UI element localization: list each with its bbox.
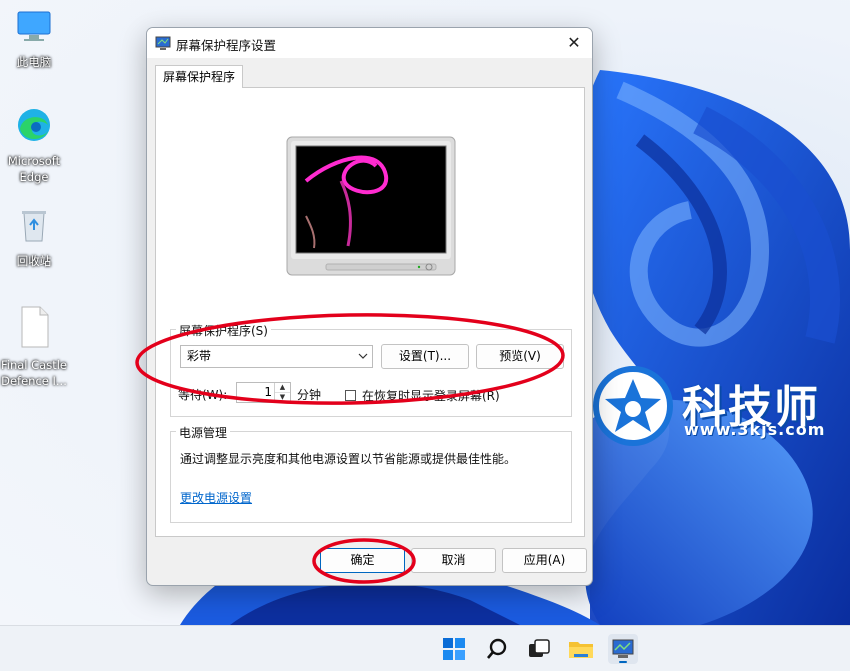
change-power-settings-link[interactable]: 更改电源设置: [180, 489, 252, 506]
screensaver-app-icon: [155, 35, 171, 54]
wait-value: 1: [264, 385, 272, 399]
screensaver-settings-dialog: 屏幕保护程序设置 ✕ 屏幕保护程序 屏幕保护程序(S) 彩带 设置(T)... …: [146, 27, 593, 586]
desktop-icon-file[interactable]: Final Castle Defence I...: [0, 305, 68, 389]
screensaver-selected-value: 彩带: [187, 349, 212, 363]
screensaver-group-label: 屏幕保护程序(S): [176, 322, 271, 339]
tab-screensaver[interactable]: 屏幕保护程序: [155, 65, 244, 88]
screensaver-preview: [286, 136, 456, 276]
settings-button[interactable]: 设置(T)...: [381, 344, 469, 369]
dialog-title: 屏幕保护程序设置: [176, 38, 277, 53]
computer-icon: [0, 6, 68, 50]
power-group-label: 电源管理: [176, 424, 231, 441]
preview-button[interactable]: 预览(V): [476, 344, 564, 369]
power-group: [170, 431, 572, 523]
resume-label: 在恢复时显示登录屏幕(R): [362, 389, 500, 403]
power-description: 通过调整显示亮度和其他电源设置以节省能源或提供最佳性能。: [180, 452, 517, 466]
task-view-icon[interactable]: [524, 634, 554, 664]
resume-checkbox[interactable]: [345, 390, 356, 401]
chevron-down-icon: [358, 346, 368, 375]
desktop-icon-this-pc[interactable]: 此电脑: [0, 6, 68, 70]
windows-start-icon[interactable]: [439, 634, 469, 664]
desktop-icon-label: 回收站: [16, 254, 52, 268]
file-explorer-icon[interactable]: [566, 634, 596, 664]
edge-icon: [0, 105, 68, 149]
desktop-icon-label: Microsoft Edge: [7, 154, 61, 184]
desktop-icon-label: Final Castle Defence I...: [0, 358, 67, 388]
title-bar[interactable]: 屏幕保护程序设置 ✕: [147, 28, 592, 58]
desktop-icon-recycle-bin[interactable]: 回收站: [0, 205, 68, 269]
stepper-up-icon[interactable]: ▲: [275, 383, 290, 393]
search-icon[interactable]: [482, 634, 512, 664]
watermark-logo-icon: [593, 366, 673, 446]
apply-button[interactable]: 应用(A): [502, 548, 587, 573]
recycle-bin-icon: [0, 205, 68, 249]
ok-button[interactable]: 确定: [320, 548, 405, 573]
desktop-icon-label: 此电脑: [16, 55, 52, 69]
watermark: 科技师 www.3kjs.com: [592, 365, 842, 446]
stepper-arrows: ▲ ▼: [274, 383, 290, 402]
cancel-button[interactable]: 取消: [411, 548, 496, 573]
wait-stepper[interactable]: 1 ▲ ▼: [236, 382, 291, 403]
close-button[interactable]: ✕: [556, 28, 592, 58]
wait-unit: 分钟: [297, 388, 322, 402]
tab-panel: 屏幕保护程序(S) 彩带 设置(T)... 预览(V) 等待(W): 1 ▲ ▼…: [155, 87, 585, 537]
watermark-url: www.3kjs.com: [684, 420, 826, 439]
screensaver-app-icon[interactable]: [608, 634, 638, 664]
screensaver-dropdown[interactable]: 彩带: [180, 345, 373, 368]
desktop-icon-edge[interactable]: Microsoft Edge: [0, 105, 68, 185]
stepper-down-icon[interactable]: ▼: [275, 393, 290, 402]
wait-label: 等待(W):: [178, 388, 228, 402]
taskbar: [0, 625, 850, 671]
file-icon: [0, 305, 68, 353]
